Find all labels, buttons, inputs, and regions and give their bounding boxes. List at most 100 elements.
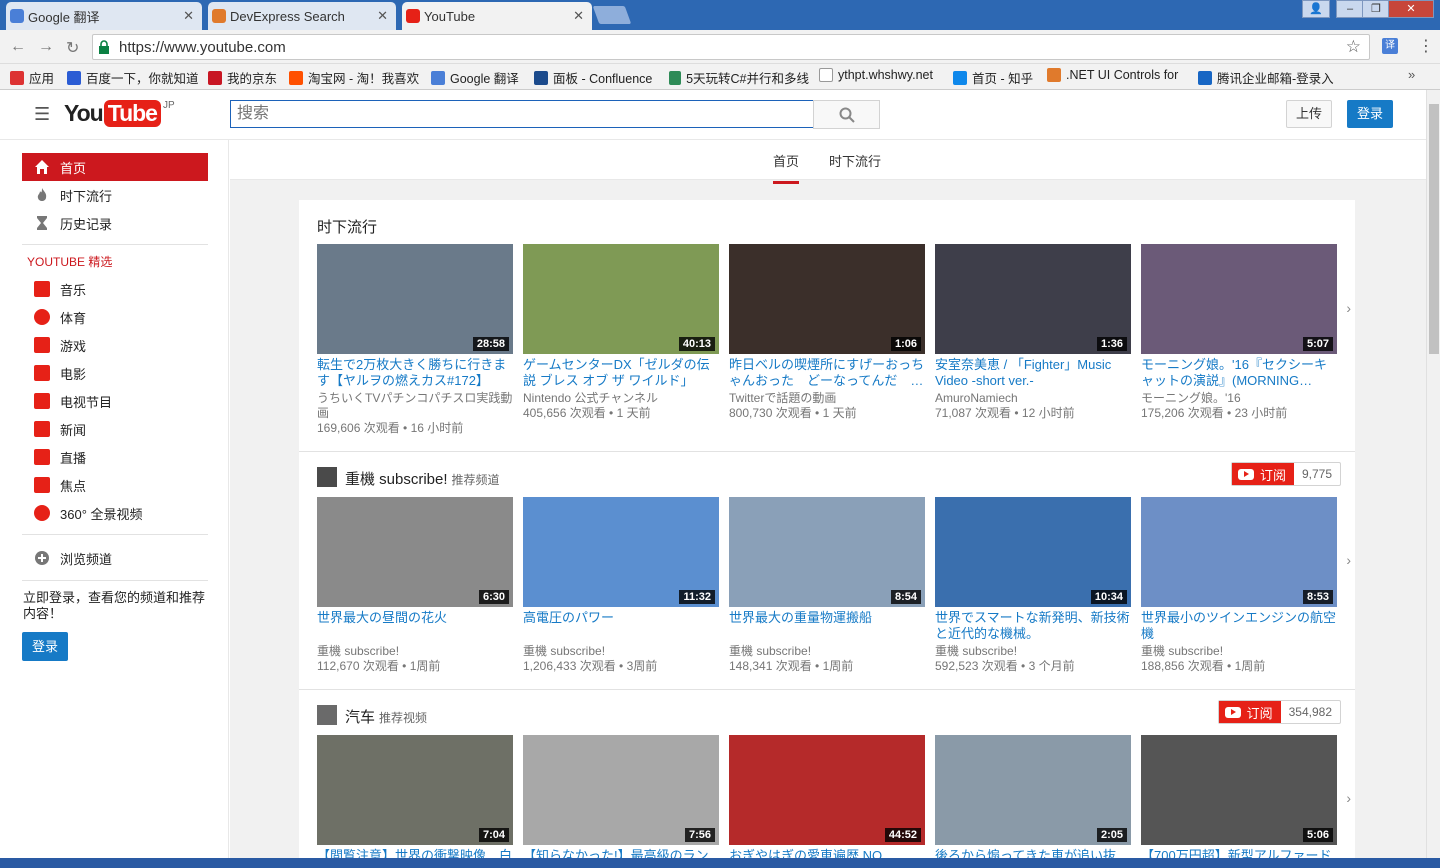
upload-button[interactable]: 上传 (1286, 100, 1332, 128)
bookmark-item[interactable]: 我的京东 (208, 68, 277, 87)
shelf-next-arrow-icon[interactable]: › (1346, 790, 1351, 806)
signin-button[interactable]: 登录 (1347, 100, 1393, 128)
scrollbar-thumb[interactable] (1429, 104, 1439, 354)
shelf-next-arrow-icon[interactable]: › (1346, 552, 1351, 568)
bookmark-item[interactable]: 淘宝网 - 淘！我喜欢 (289, 68, 419, 87)
close-tab-icon[interactable]: ✕ (377, 8, 388, 24)
back-arrow-icon[interactable]: ← (10, 38, 26, 56)
shelf-title[interactable]: 重機 subscribe! 推荐频道 (345, 468, 500, 489)
play-icon (1224, 706, 1241, 718)
bookmark-item[interactable]: 面板 - Confluence (534, 68, 652, 87)
video-thumbnail[interactable]: 8:54 (729, 497, 925, 607)
bookmark-item[interactable]: 百度一下，你就知道 (67, 68, 199, 87)
close-window-icon[interactable]: ✕ (1388, 0, 1434, 18)
video-thumbnail[interactable]: 28:58 (317, 244, 513, 354)
video-channel[interactable]: AmuroNamiech (935, 391, 1131, 406)
guide-item-history[interactable]: 历史记录 (22, 209, 208, 237)
video-channel[interactable]: 重機 subscribe! (1141, 644, 1337, 659)
video-title[interactable]: 世界でスマートな新発明、新技術と近代的な機械。 (935, 610, 1131, 642)
video-thumbnail[interactable]: 5:07 (1141, 244, 1337, 354)
youtube-logo[interactable]: You Tube JP (64, 100, 175, 127)
tab-trending[interactable]: 时下流行 (829, 151, 881, 170)
bookmark-item[interactable]: 首页 - 知乎 (953, 68, 1033, 87)
channel-avatar[interactable] (317, 705, 337, 725)
minimize-icon[interactable]: ‒ (1336, 0, 1364, 18)
search-input[interactable] (230, 100, 814, 128)
video-title[interactable]: 世界最大の昼間の花火 (317, 610, 513, 626)
translate-extension-icon[interactable]: 译 (1382, 38, 1398, 54)
guide-item-movies[interactable]: 电影 (22, 359, 208, 387)
guide-item-browse-channels[interactable]: 浏览频道 (22, 544, 208, 572)
tab-home[interactable]: 首页 (773, 151, 800, 184)
video-channel[interactable]: 重機 subscribe! (317, 644, 513, 659)
url-input[interactable]: https://www.youtube.com ☆ (92, 34, 1370, 60)
bookmark-star-icon[interactable]: ☆ (1346, 37, 1361, 57)
video-thumbnail[interactable]: 1:36 (935, 244, 1131, 354)
subscribe-button[interactable]: 订阅 354,982 (1217, 700, 1341, 724)
shelf-title[interactable]: 时下流行 (317, 216, 377, 237)
menu-kebab-icon[interactable]: ⋮ (1418, 36, 1434, 56)
bookmark-apps[interactable]: 应用 (10, 68, 54, 87)
shelf-title[interactable]: 汽车 推荐视频 (345, 706, 427, 727)
video-channel[interactable]: Nintendo 公式チャンネル (523, 391, 719, 406)
guide-item-music[interactable]: 音乐 (22, 275, 208, 303)
sidebar-signin-button[interactable]: 登录 (22, 632, 68, 661)
guide-item-trending[interactable]: 时下流行 (22, 181, 208, 209)
close-tab-icon[interactable]: ✕ (573, 8, 584, 24)
video-title[interactable]: 転生で2万枚大きく勝ちに行きます【ヤルヲの燃えカス#172】 (317, 357, 513, 389)
guide-item-gaming[interactable]: 游戏 (22, 331, 208, 359)
video-title[interactable]: 安室奈美恵 / 「Fighter」Music Video -short ver.… (935, 357, 1131, 389)
maximize-icon[interactable]: ❐ (1362, 0, 1390, 18)
channel-avatar[interactable] (317, 467, 337, 487)
video-title[interactable]: モーニング娘。'16『セクシーキャットの演説』(MORNING… (1141, 357, 1337, 389)
video-channel[interactable]: Twitterで話題の動画 (729, 391, 925, 406)
browser-tab[interactable]: DevExpress Search ✕ (208, 2, 396, 30)
close-tab-icon[interactable]: ✕ (183, 8, 194, 24)
video-channel[interactable]: 重機 subscribe! (729, 644, 925, 659)
video-title[interactable]: 高電圧のパワー (523, 610, 719, 626)
video-thumbnail[interactable]: 7:56 (523, 735, 719, 845)
new-tab-button[interactable] (592, 6, 632, 24)
video-title[interactable]: 昨日ベルの喫煙所にすげーおっちゃんおった どーなってんだ … (729, 357, 925, 389)
video-thumbnail[interactable]: 8:53 (1141, 497, 1337, 607)
guide-item-sports[interactable]: 体育 (22, 303, 208, 331)
video-channel[interactable]: うちいくTVパチンコパチスロ実践動画 (317, 391, 513, 421)
video-thumbnail[interactable]: 5:06 (1141, 735, 1337, 845)
video-thumbnail[interactable]: 40:13 (523, 244, 719, 354)
guide-item-360[interactable]: 360° 全景视频 (22, 499, 208, 527)
video-thumbnail[interactable]: 6:30 (317, 497, 513, 607)
video-channel[interactable]: 重機 subscribe! (935, 644, 1131, 659)
bookmark-item[interactable]: 腾讯企业邮箱-登录入 (1198, 68, 1338, 87)
more-bookmarks-icon[interactable]: » (1408, 67, 1415, 82)
browser-tab[interactable]: Google 翻译 ✕ (6, 2, 202, 30)
user-profile-icon[interactable]: 👤 (1302, 0, 1330, 18)
video-title[interactable]: ゲームセンターDX「ゼルダの伝説 ブレス オブ ザ ワイルド」 (523, 357, 719, 389)
page-scrollbar[interactable] (1426, 90, 1440, 868)
video-thumbnail[interactable]: 2:05 (935, 735, 1131, 845)
shelf-next-arrow-icon[interactable]: › (1346, 300, 1351, 316)
subscribe-button[interactable]: 订阅 9,775 (1230, 462, 1341, 486)
video-thumbnail[interactable]: 1:06 (729, 244, 925, 354)
video-channel[interactable]: 重機 subscribe! (523, 644, 719, 659)
forward-arrow-icon[interactable]: → (38, 38, 54, 56)
hamburger-menu-icon[interactable]: ☰ (34, 104, 50, 125)
video-channel[interactable]: モーニング娘。'16 (1141, 391, 1337, 406)
reload-icon[interactable]: ↻ (66, 38, 79, 58)
guide-item-tv[interactable]: 电视节目 (22, 387, 208, 415)
guide-item-home[interactable]: 首页 (22, 153, 208, 181)
video-thumbnail[interactable]: 7:04 (317, 735, 513, 845)
video-thumbnail[interactable]: 44:52 (729, 735, 925, 845)
guide-item-spotlight[interactable]: 焦点 (22, 471, 208, 499)
video-thumbnail[interactable]: 10:34 (935, 497, 1131, 607)
guide-item-news[interactable]: 新闻 (22, 415, 208, 443)
bookmark-item[interactable]: ythpt.whshwy.net (819, 68, 933, 82)
bookmark-item[interactable]: 5天玩转C#并行和多线 (669, 68, 809, 87)
video-thumbnail[interactable]: 11:32 (523, 497, 719, 607)
bookmark-item[interactable]: .NET UI Controls for (1047, 68, 1187, 82)
video-title[interactable]: 世界最大の重量物運搬船 (729, 610, 925, 626)
video-title[interactable]: 世界最小のツインエンジンの航空機 (1141, 610, 1337, 642)
browser-tab-active[interactable]: YouTube ✕ (402, 2, 592, 30)
search-button[interactable] (813, 100, 880, 129)
guide-item-live[interactable]: 直播 (22, 443, 208, 471)
bookmark-item[interactable]: Google 翻译 (431, 68, 519, 87)
